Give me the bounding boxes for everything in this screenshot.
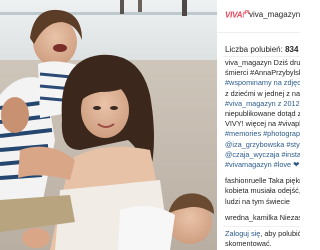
profile-username-link[interactable]: viva_magazyn	[249, 10, 300, 19]
login-link[interactable]: Zaloguj się	[225, 229, 260, 238]
comment-username-link[interactable]: fashionruelle	[225, 176, 266, 185]
likes-value: 834	[285, 45, 299, 54]
post-sidebar: VIVA!PL viva_magazyn Liczba polubień: 83…	[217, 0, 300, 250]
caption-hashtag-line[interactable]: #memories #photography	[225, 129, 300, 139]
comment-username-link[interactable]: wredna_kamilka	[225, 213, 278, 222]
divider	[223, 56, 300, 57]
login-text: , aby polubić	[260, 229, 300, 238]
comments-list: viva_magazyn Dziś druga śmierci #AnnaPrz…	[225, 58, 300, 223]
likes-count: Liczba polubień: 834	[225, 45, 298, 54]
comment-line: wredna_kamilka Niezas	[225, 212, 300, 222]
family-beach-photo-image	[0, 0, 217, 250]
likes-label: Liczba polubień:	[225, 45, 283, 54]
caption-hashtag-line[interactable]: #viva_magazyn z 2012	[225, 99, 300, 109]
caption-username-link[interactable]: viva_magazyn	[225, 58, 272, 67]
divider	[223, 226, 300, 227]
caption-hashtag-line[interactable]: #wspominamy na zdjęciu	[225, 78, 300, 88]
caption-line: VIVY! więcej na #vivapl	[225, 119, 300, 129]
caption-line: śmierci #AnnaPrzybylska	[225, 68, 300, 78]
comment-line: fashionruelle Taka piękna	[225, 176, 300, 186]
caption-mention-line[interactable]: @iza_grzybowska #stylist	[225, 140, 300, 150]
caption-line: viva_magazyn Dziś druga	[225, 58, 300, 67]
login-prompt: Zaloguj się, aby polubić skomentować.	[225, 229, 300, 249]
caption-hashtag-line[interactable]: #vivamagazyn #love ❤	[225, 160, 300, 170]
brand-logo[interactable]: VIVA!PL	[225, 10, 251, 20]
comment-line: kobieta musiała odejść,	[225, 186, 300, 196]
post-header: VIVA!PL viva_magazyn	[217, 0, 300, 33]
caption-line: z dziećmi w jednej z nas	[225, 88, 300, 98]
post-photo[interactable]	[0, 0, 217, 250]
login-text: skomentować.	[225, 239, 272, 248]
caption-line: niepublikowane dotąd z	[225, 109, 300, 119]
caption-mention-line[interactable]: @czaja_wyczaja #instagram	[225, 150, 300, 160]
comment-line: ludzi na tym świecie	[225, 196, 290, 206]
